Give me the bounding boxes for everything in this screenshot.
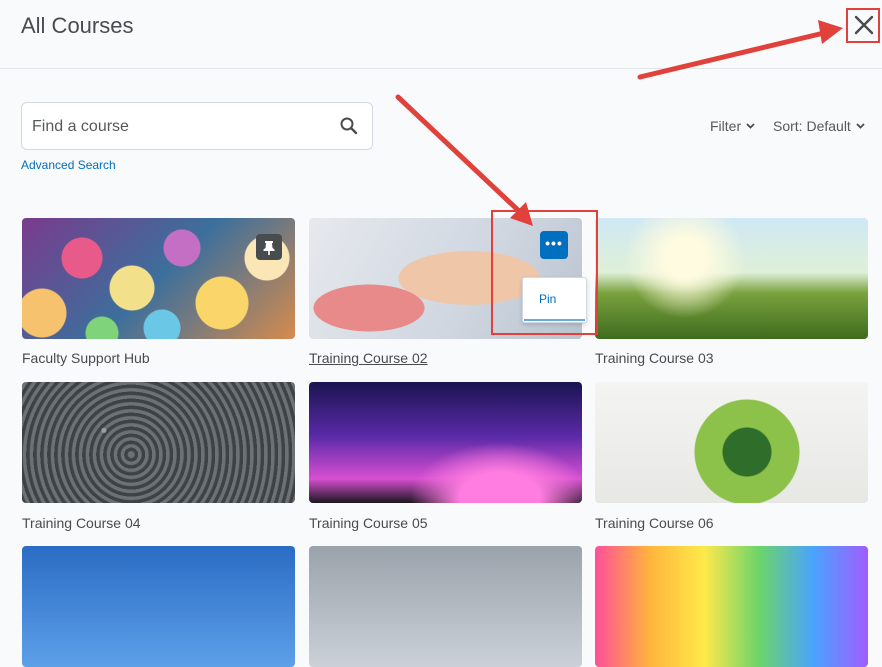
course-image-5[interactable] bbox=[309, 382, 582, 503]
sort-label: Sort: Default bbox=[773, 118, 851, 134]
more-icon: ••• bbox=[545, 235, 563, 251]
filter-label: Filter bbox=[710, 118, 742, 134]
pin-icon bbox=[263, 241, 275, 255]
chevron-down-icon bbox=[746, 123, 755, 129]
page-title: All Courses bbox=[21, 13, 134, 38]
course-title[interactable]: Training Course 03 bbox=[595, 350, 714, 366]
close-icon[interactable] bbox=[851, 12, 877, 38]
pin-menu-item[interactable]: Pin bbox=[539, 292, 556, 306]
course-title[interactable]: Training Course 06 bbox=[595, 515, 714, 531]
course-image-7[interactable] bbox=[22, 546, 295, 667]
search-icon[interactable] bbox=[339, 116, 359, 136]
course-image-6[interactable] bbox=[595, 382, 868, 503]
sort-dropdown[interactable]: Sort: Default bbox=[773, 118, 865, 134]
course-image-3[interactable] bbox=[595, 218, 868, 339]
course-title[interactable]: Training Course 05 bbox=[309, 515, 428, 531]
menu-focus-indicator bbox=[524, 319, 585, 321]
pinned-badge bbox=[256, 234, 282, 260]
course-title[interactable]: Training Course 04 bbox=[22, 515, 141, 531]
annotation-arrow-menu bbox=[395, 94, 524, 216]
course-image-9[interactable] bbox=[595, 546, 868, 667]
search-box bbox=[21, 102, 373, 151]
context-menu: Pin bbox=[522, 277, 587, 323]
course-image-4[interactable] bbox=[22, 382, 295, 503]
chevron-down-icon bbox=[856, 123, 865, 129]
more-options-button[interactable]: ••• bbox=[540, 231, 568, 259]
course-image-8[interactable] bbox=[309, 546, 582, 667]
course-title[interactable]: Faculty Support Hub bbox=[22, 350, 150, 366]
filter-dropdown[interactable]: Filter bbox=[710, 118, 755, 134]
search-input[interactable] bbox=[22, 103, 334, 151]
advanced-search-link[interactable]: Advanced Search bbox=[21, 158, 116, 172]
course-title[interactable]: Training Course 02 bbox=[309, 350, 428, 366]
course-image-1[interactable] bbox=[22, 218, 295, 339]
